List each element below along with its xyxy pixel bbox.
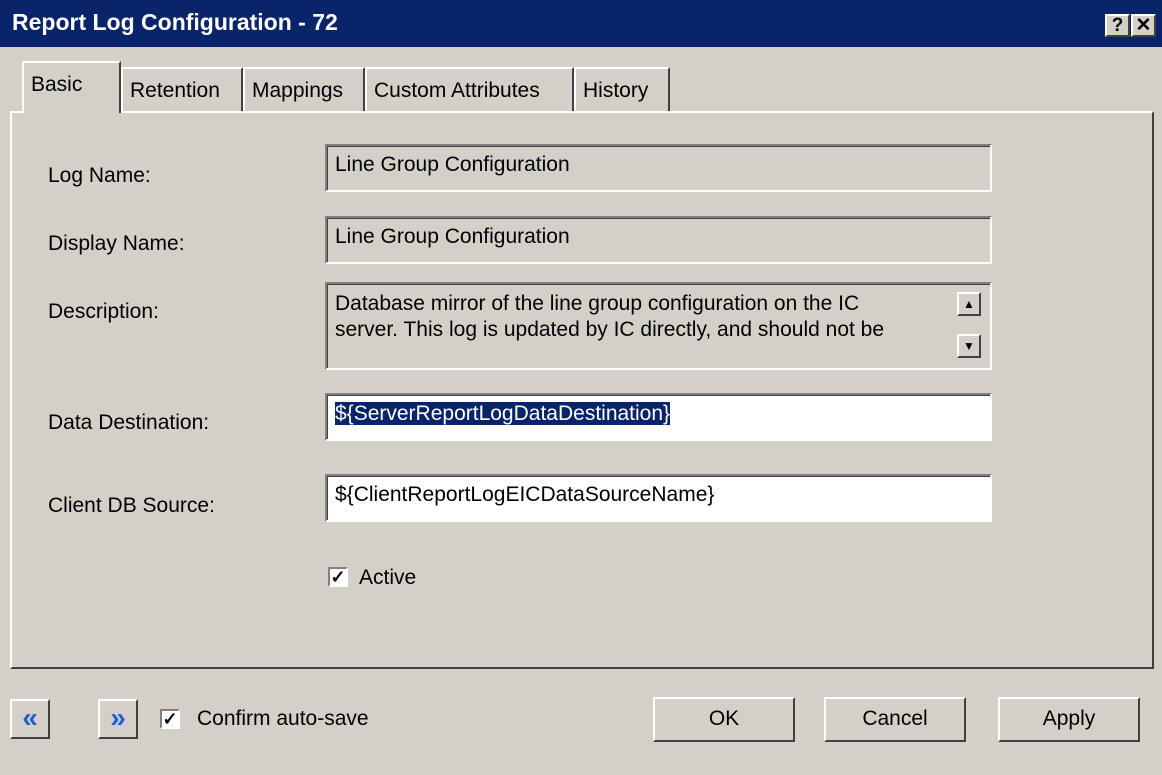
ok-button[interactable]: OK [653,697,795,742]
next-double-arrow-icon[interactable]: » [98,699,138,739]
log-name-field[interactable]: Line Group Configuration [325,144,992,192]
tab-label: Custom Attributes [374,79,540,102]
tab-basic[interactable]: Basic [22,61,121,113]
display-name-value: Line Group Configuration [335,225,570,248]
previous-double-arrow-icon[interactable]: « [10,699,50,739]
client-db-source-input[interactable]: ${ClientReportLogEICDataSourceName} [325,474,992,522]
scroll-up-arrow-icon[interactable]: ▲ [957,292,981,316]
data-destination-input[interactable]: ${ServerReportLogDataDestination} [325,393,992,441]
scroll-down-arrow-icon[interactable]: ▼ [957,334,981,358]
active-checkbox[interactable]: ✓ [328,567,348,587]
tab-history[interactable]: History [574,67,670,112]
tab-label: Retention [130,79,220,102]
description-line-2: server. This log is updated by IC direct… [335,318,885,341]
description-label: Description: [48,300,159,323]
tab-panel-basic [10,111,1154,669]
active-label: Active [359,566,417,589]
tab-label: Basic [31,73,83,96]
tab-custom-attributes[interactable]: Custom Attributes [365,67,574,112]
tab-label: Mappings [252,79,344,102]
confirm-autosave-checkbox[interactable]: ✓ [160,709,180,729]
data-destination-label: Data Destination: [48,411,210,434]
help-button[interactable]: ? [1105,14,1130,37]
description-line-1: Database mirror of the line group config… [335,292,860,315]
data-destination-value: ${ServerReportLogDataDestination} [335,402,671,425]
client-db-source-label: Client DB Source: [48,494,215,517]
description-textarea[interactable]: Database mirror of the line group config… [325,282,992,370]
log-name-label: Log Name: [48,164,151,187]
tab-mappings[interactable]: Mappings [243,67,365,112]
log-name-value: Line Group Configuration [335,153,570,176]
tab-retention[interactable]: Retention [121,67,243,112]
display-name-field[interactable]: Line Group Configuration [325,216,992,264]
close-button[interactable]: ✕ [1131,14,1156,37]
window-title: Report Log Configuration - 72 [12,9,338,35]
confirm-autosave-label: Confirm auto-save [197,707,369,730]
display-name-label: Display Name: [48,232,185,255]
cancel-button[interactable]: Cancel [824,697,966,742]
client-db-source-value: ${ClientReportLogEICDataSourceName} [335,483,715,506]
apply-button[interactable]: Apply [998,697,1140,742]
tab-label: History [583,79,649,102]
